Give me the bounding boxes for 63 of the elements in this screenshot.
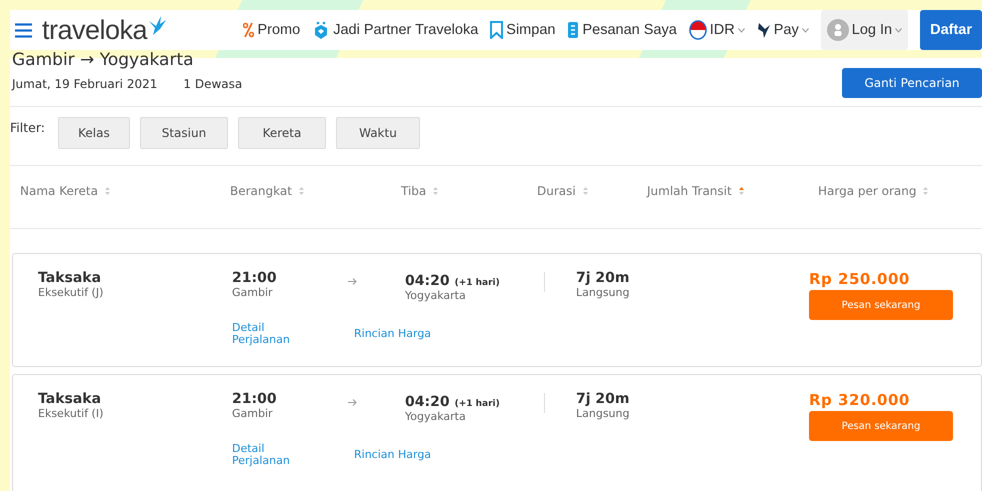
column-header[interactable]: Nama Kereta: [20, 184, 98, 198]
filter-button[interactable]: Kelas: [58, 117, 130, 149]
filter-button[interactable]: Waktu: [336, 117, 420, 149]
travel-date: Jumat, 19 Februari 2021: [12, 77, 158, 91]
change-search-button[interactable]: Ganti Pencarian: [842, 68, 982, 98]
percent-icon: [243, 22, 254, 38]
column-header[interactable]: Harga per orang: [818, 184, 916, 198]
train-class: Eksekutif (J): [38, 286, 104, 299]
arrival-station: Yogyakarta: [405, 289, 467, 302]
arrival-time: 04:20: [405, 394, 450, 410]
price: Rp 320.000: [809, 391, 911, 409]
nav-link[interactable]: Promo: [243, 22, 300, 38]
departure-station: Gambir: [232, 286, 274, 299]
price-detail-link[interactable]: Rincian Harga: [354, 327, 432, 340]
trip-detail-link[interactable]: Detail Perjalanan: [232, 322, 302, 366]
passenger-count: 1 Dewasa: [183, 77, 242, 91]
bookmark-icon: [490, 21, 504, 39]
column-header[interactable]: Jumlah Transit: [647, 184, 732, 198]
bird-icon: [147, 14, 168, 36]
price-detail-link[interactable]: Rincian Harga: [354, 448, 432, 461]
currency-menu[interactable]: IDR: [688, 20, 745, 40]
caret-icon: [738, 28, 745, 32]
arrow-icon: [348, 278, 357, 285]
nav-link[interactable]: Jadi Partner Traveloka: [312, 20, 478, 40]
register-button[interactable]: Daftar: [920, 10, 982, 50]
filter-label: Filter:: [10, 120, 45, 135]
departure-station: Gambir: [232, 407, 274, 420]
transit-info: Langsung: [576, 286, 630, 299]
caret-icon: [802, 28, 809, 32]
book-button[interactable]: Pesan sekarang: [809, 290, 953, 320]
next-day-note: (+1 hari): [454, 399, 500, 409]
flag-icon: [688, 20, 707, 40]
train-class: Eksekutif (I): [38, 407, 104, 420]
route-title: Gambir → Yogyakarta: [12, 50, 195, 70]
document-icon: [567, 21, 580, 39]
filter-button[interactable]: Kereta: [238, 117, 326, 149]
nav-link[interactable]: Simpan: [490, 21, 556, 39]
book-button[interactable]: Pesan sekarang: [809, 411, 953, 441]
bird-icon: [756, 21, 771, 39]
train-name: Taksaka: [38, 391, 102, 407]
duration: 7j 20m: [576, 270, 630, 286]
next-day-note: (+1 hari): [454, 278, 500, 288]
duration: 7j 20m: [576, 391, 630, 407]
train-name: Taksaka: [38, 270, 102, 286]
arrival-time: 04:20: [405, 273, 450, 289]
avatar-icon: [826, 19, 849, 41]
logo-text[interactable]: traveloka: [42, 14, 148, 46]
column-header[interactable]: Durasi: [537, 184, 576, 198]
pay-menu[interactable]: Pay: [756, 21, 809, 39]
column-header[interactable]: Tiba: [401, 184, 426, 198]
menu-icon[interactable]: [15, 22, 32, 38]
price: Rp 250.000: [809, 270, 911, 288]
nav-link[interactable]: Pesanan Saya: [567, 21, 677, 39]
login-button[interactable]: Log In: [820, 10, 908, 50]
departure-time: 21:00: [232, 270, 278, 286]
column-header[interactable]: Berangkat: [230, 184, 292, 198]
trip-detail-link[interactable]: Detail Perjalanan: [232, 443, 302, 491]
filter-button[interactable]: Stasiun: [140, 117, 228, 149]
arrival-station: Yogyakarta: [405, 410, 467, 423]
caret-icon: [895, 28, 902, 32]
transit-info: Langsung: [576, 407, 630, 420]
arrow-icon: [348, 399, 357, 406]
departure-time: 21:00: [232, 391, 278, 407]
